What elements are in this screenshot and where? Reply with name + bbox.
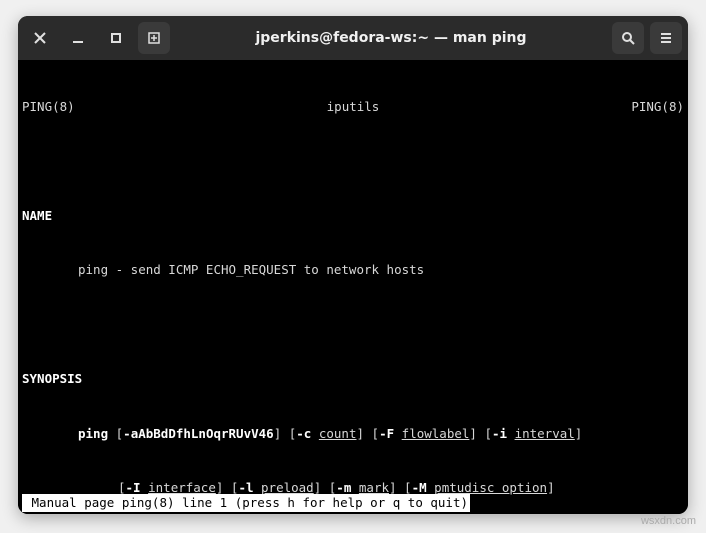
section-name: NAME — [22, 207, 684, 225]
name-line: ping - send ICMP ECHO_REQUEST to network… — [22, 261, 684, 279]
titlebar: jperkins@fedora-ws:~ — man ping — [18, 16, 688, 60]
new-tab-button[interactable] — [138, 22, 170, 54]
menu-button[interactable] — [650, 22, 682, 54]
maximize-button[interactable] — [100, 22, 132, 54]
section-synopsis: SYNOPSIS — [22, 370, 684, 388]
close-button[interactable] — [24, 22, 56, 54]
terminal-window: jperkins@fedora-ws:~ — man ping PING(8) … — [18, 16, 688, 514]
watermark: wsxdn.com — [641, 515, 696, 527]
header-center: iputils — [75, 98, 632, 116]
minimize-button[interactable] — [62, 22, 94, 54]
header-left: PING(8) — [22, 98, 75, 116]
terminal-content[interactable]: PING(8) iputils PING(8) NAME ping - send… — [18, 60, 688, 514]
search-button[interactable] — [612, 22, 644, 54]
window-title: jperkins@fedora-ws:~ — man ping — [176, 30, 606, 46]
synopsis-line: ping [-aAbBdDfhLnOqrRUvV46] [-c count] [… — [22, 425, 684, 443]
header-right: PING(8) — [631, 98, 684, 116]
pager-status-line: Manual page ping(8) line 1 (press h for … — [22, 494, 470, 512]
man-header: PING(8) iputils PING(8) — [22, 98, 684, 116]
